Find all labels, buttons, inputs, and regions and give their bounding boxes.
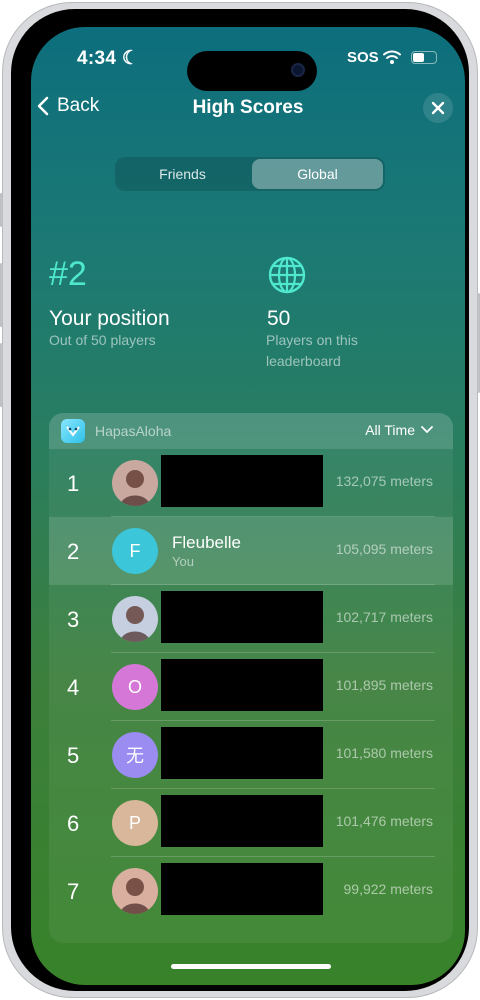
action-button [0,193,3,227]
camera-icon [291,63,305,77]
row-rank: 4 [67,675,80,700]
rank-value: #2 [49,255,87,293]
wifi-icon [383,50,401,64]
row-score: 102,717 meters [335,609,433,625]
players-sub-line-1: Players on this [266,332,358,348]
leaderboard-row[interactable]: 7 99,922 meters [49,857,453,925]
row-score: 101,476 meters [335,813,433,829]
app-icon [61,419,85,443]
row-score: 99,922 meters [343,881,434,897]
avatar-initial: F [129,540,141,561]
segment-global[interactable]: Global [252,159,383,189]
dynamic-island [187,51,317,91]
bezel: 4:34 ☾ SOS Back High Scores Friends Glob… [11,9,469,991]
row-score: 101,580 meters [335,745,433,761]
avatar-initial: O [127,676,142,697]
volume-up-button [0,263,3,327]
memoji-icon [120,606,150,642]
redacted-player-name [161,863,323,915]
chevron-left-icon [37,96,49,116]
memoji-icon [120,470,150,506]
chevron-down-icon [421,426,433,434]
players-count: 50 [267,307,291,330]
avatar: F [112,528,158,574]
redacted-player-name [161,659,323,711]
time-filter-label: All Time [365,422,415,438]
close-button[interactable] [423,93,453,123]
rank-label: Your position [49,307,170,330]
redacted-player-name [161,727,323,779]
row-rank: 2 [67,539,80,564]
globe-icon [268,256,306,294]
leaderboard-row[interactable]: 4 O 101,895 meters [49,653,453,721]
avatar-initial: 无 [126,746,144,766]
status-time: 4:34 ☾ [77,48,140,69]
segment-friends[interactable]: Friends [117,159,248,189]
row-rank: 3 [67,607,80,632]
row-score: 101,895 meters [335,677,433,693]
leaderboard: HapasAloha All Time 1 132,075 meters 2 F Fle… [49,413,453,943]
row-score: 105,095 meters [335,541,433,557]
close-icon [431,101,445,115]
leaderboard-row[interactable]: 2 F Fleubelle You 105,095 meters [49,517,453,585]
leaderboard-header: HapasAloha All Time [49,413,453,449]
redacted-player-name [161,591,323,643]
row-score: 132,075 meters [335,473,433,489]
screen: 4:34 ☾ SOS Back High Scores Friends Glob… [31,27,465,985]
battery-icon [411,51,437,64]
app-name: HapasAloha [95,423,172,439]
avatar: 无 [112,732,158,778]
avatar [112,596,158,642]
moon-icon: ☾ [121,48,140,69]
rank-sub: Out of 50 players [49,332,156,348]
back-button[interactable]: Back [37,95,99,117]
status-bar: 4:34 ☾ SOS [31,43,465,91]
players-sub-line-2: leaderboard [266,353,341,369]
phone-frame: 4:34 ☾ SOS Back High Scores Friends Glob… [0,2,480,998]
row-rank: 7 [67,879,80,904]
back-label: Back [57,95,100,116]
avatar-initial: P [128,812,141,833]
players-sub: Players on this leaderboard [266,330,358,372]
row-rank: 5 [67,743,80,768]
home-indicator[interactable] [171,964,331,969]
time-filter-dropdown[interactable]: All Time [365,422,433,438]
carrier-label: SOS [347,49,379,66]
avatar: P [112,800,158,846]
leaderboard-row[interactable]: 5 无 101,580 meters [49,721,453,789]
avatar [112,460,158,506]
leaderboard-row[interactable]: 3 102,717 meters [49,585,453,653]
leaderboard-row[interactable]: 6 P 101,476 meters [49,789,453,857]
redacted-player-name [161,455,323,507]
scope-segmented-control: Friends Global [115,157,385,191]
avatar [112,868,158,914]
player-subtitle: You [172,554,194,569]
player-name: Fleubelle [172,533,241,552]
avatar: O [112,664,158,710]
memoji-icon [120,878,150,914]
row-rank: 1 [67,471,80,496]
volume-down-button [0,343,3,407]
redacted-player-name [161,795,323,847]
row-rank: 6 [67,811,80,836]
nav-bar: Back High Scores [31,93,465,125]
leaderboard-row[interactable]: 1 132,075 meters [49,449,453,517]
